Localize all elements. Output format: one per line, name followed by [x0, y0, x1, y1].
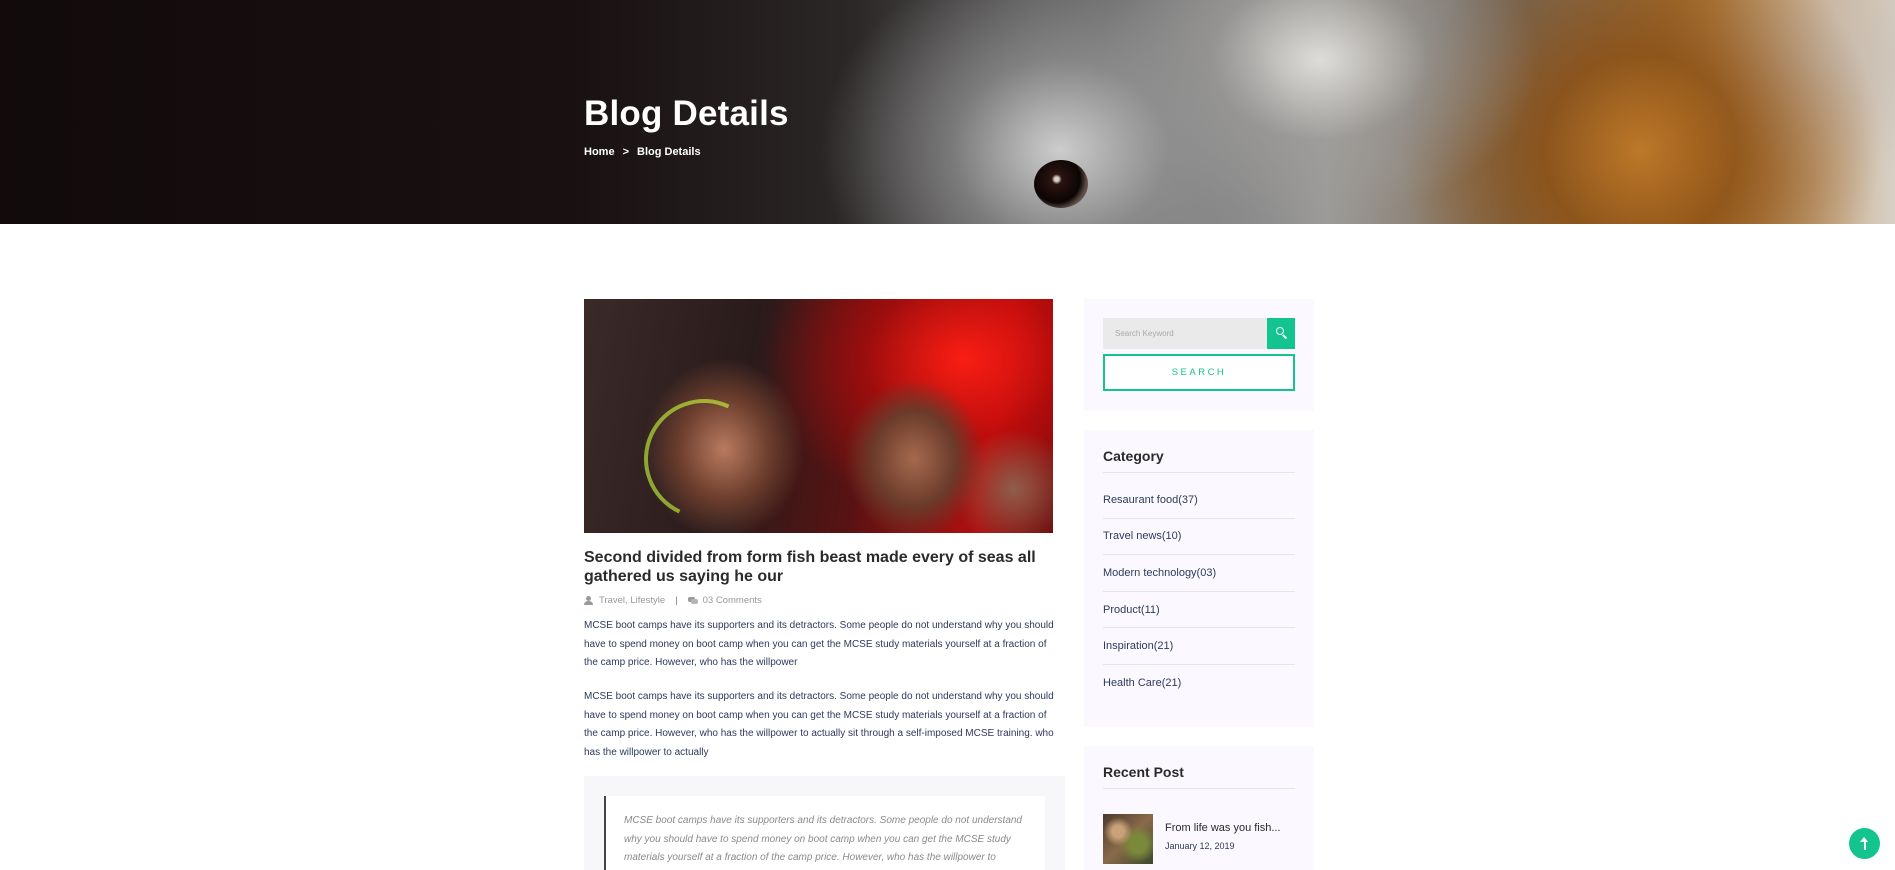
category-item[interactable]: Resaurant food(37) [1103, 482, 1295, 519]
category-item[interactable]: Product(11) [1103, 592, 1295, 629]
recent-post-link[interactable]: From life was you fish... [1165, 822, 1281, 834]
koala-eye-decoration [1034, 160, 1088, 208]
page-banner: Blog Details Home > Blog Details [0, 0, 1895, 224]
category-item[interactable]: Inspiration(21) [1103, 628, 1295, 665]
glow-stick-decoration [627, 382, 781, 533]
page-title: Blog Details [584, 94, 789, 133]
recent-post-item[interactable]: From life was you fish... January 12, 20… [1103, 814, 1281, 864]
user-icon [584, 596, 593, 605]
post-meta: Travel, Lifestyle | 03 Comments [584, 595, 762, 606]
recent-post-widget: Recent Post From life was you fish... Ja… [1084, 746, 1314, 870]
banner-overlay [0, 0, 1895, 224]
comment-icon [687, 596, 698, 605]
search-button[interactable]: SEARCH [1103, 354, 1295, 391]
post-categories-link[interactable]: Travel, Lifestyle [599, 595, 665, 606]
search-icon-button[interactable] [1267, 318, 1295, 349]
blockquote: MCSE boot camps have its supporters and … [604, 796, 1045, 870]
search-widget: SEARCH [1084, 299, 1314, 411]
quote-text: MCSE boot camps have its supporters and … [624, 815, 1022, 863]
meta-divider: | [675, 595, 678, 606]
back-to-top-button[interactable] [1849, 828, 1880, 859]
category-item[interactable]: Modern technology(03) [1103, 555, 1295, 592]
recent-post-thumbnail[interactable] [1103, 814, 1153, 864]
post-comments-link[interactable]: 03 Comments [703, 595, 762, 606]
search-input[interactable] [1103, 318, 1267, 349]
breadcrumb-home-link[interactable]: Home [584, 146, 615, 158]
category-item[interactable]: Health Care(21) [1103, 665, 1295, 702]
breadcrumb-separator: > [622, 146, 629, 158]
category-title: Category [1103, 448, 1164, 464]
recent-post-info: From life was you fish... January 12, 20… [1165, 814, 1281, 864]
post-paragraph: MCSE boot camps have its supporters and … [584, 620, 1054, 669]
category-widget: Category Resaurant food(37) Travel news(… [1084, 430, 1314, 727]
search-row [1103, 318, 1295, 349]
recent-post-date: January 12, 2019 [1165, 841, 1235, 851]
breadcrumb-current: Blog Details [637, 146, 701, 158]
post-paragraph: MCSE boot camps have its supporters and … [584, 691, 1054, 758]
divider [1103, 788, 1295, 789]
breadcrumb: Home > Blog Details [584, 146, 701, 158]
category-item[interactable]: Travel news(10) [1103, 519, 1295, 556]
post-featured-image [584, 299, 1053, 533]
recent-post-title: Recent Post [1103, 764, 1184, 780]
blockquote-section: MCSE boot camps have its supporters and … [584, 776, 1065, 870]
post-title[interactable]: Second divided from form fish beast made… [584, 548, 1054, 586]
divider [1103, 472, 1295, 473]
category-list: Resaurant food(37) Travel news(10) Moder… [1103, 482, 1295, 702]
